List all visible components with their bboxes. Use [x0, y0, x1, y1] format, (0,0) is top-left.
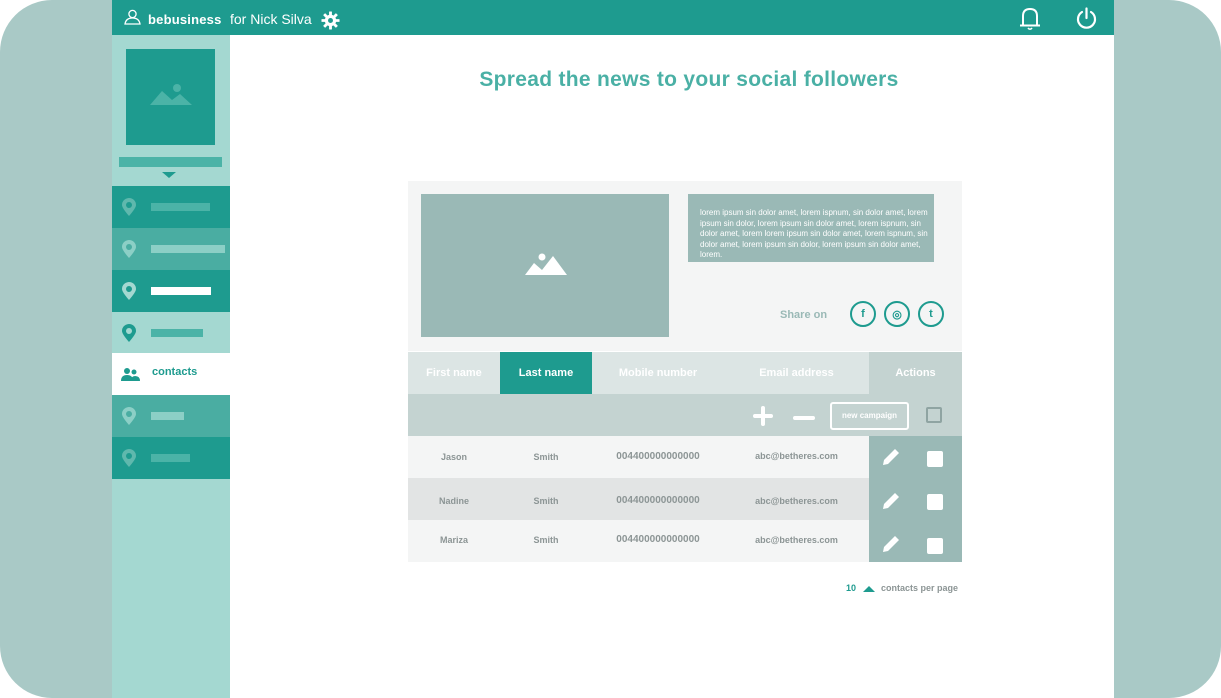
column-header-last-name[interactable]: Last name	[500, 352, 592, 394]
sidebar-item-2[interactable]	[112, 228, 230, 270]
sidebar-item-placeholder	[151, 329, 203, 337]
pencil-icon[interactable]	[881, 491, 901, 511]
new-campaign-button[interactable]: new campaign	[830, 402, 909, 430]
share-label: Share on	[780, 309, 828, 321]
instagram-glyph: ◎	[892, 308, 902, 321]
avatar[interactable]	[126, 49, 215, 145]
page-title: Spread the news to your social followers	[479, 68, 899, 91]
sidebar-item-label: contacts	[152, 366, 198, 378]
column-header-first-name[interactable]: First name	[408, 352, 500, 394]
post-card: lorem ipsum sin dolor amet, lorem ispnum…	[408, 181, 962, 351]
sidebar-item-3[interactable]	[112, 270, 230, 312]
facebook-icon[interactable]: f	[850, 301, 876, 327]
contacts-icon	[121, 368, 140, 381]
sidebar-item-6[interactable]	[112, 395, 230, 437]
pin-icon	[122, 282, 136, 300]
sidebar-item-placeholder	[151, 454, 190, 462]
row-checkbox[interactable]	[927, 494, 943, 510]
twitter-icon[interactable]: t	[918, 301, 944, 327]
cell-last-name: Smith	[533, 535, 559, 545]
sidebar-item-7[interactable]	[112, 437, 230, 479]
sidebar-item-contacts[interactable]: contacts	[112, 353, 230, 395]
cell-email: abc@betheres.com	[755, 496, 838, 506]
post-image	[421, 194, 669, 337]
sidebar-item-1[interactable]	[112, 186, 230, 228]
page-size-label: contacts per page	[881, 583, 959, 593]
sidebar-item-placeholder	[151, 412, 184, 420]
cell-first-name: Mariza	[439, 535, 468, 545]
chevron-up-icon[interactable]	[863, 586, 875, 592]
column-header-actions: Actions	[869, 352, 962, 394]
cell-mobile: 004400000000000	[616, 451, 700, 462]
image-placeholder-icon	[525, 253, 567, 275]
post-text: lorem ipsum sin dolor amet, lorem ispnum…	[688, 194, 934, 262]
instagram-icon[interactable]: ◎	[884, 301, 910, 327]
minus-icon[interactable]	[793, 416, 815, 420]
sidebar-item-placeholder	[151, 245, 225, 253]
sidebar-item-placeholder	[151, 287, 211, 295]
cell-first-name: Nadine	[438, 496, 469, 506]
user-logo-icon	[124, 9, 141, 25]
app-screen: bebusiness for Nick Silva contacts Sprea…	[112, 0, 1114, 698]
profile-name-bar	[119, 157, 222, 167]
facebook-glyph: f	[861, 308, 865, 320]
top-bar: bebusiness for Nick Silva	[112, 0, 1114, 35]
row-checkbox[interactable]	[927, 538, 943, 554]
sidebar-item-placeholder	[151, 203, 210, 211]
pin-icon	[122, 324, 136, 342]
select-all-checkbox[interactable]	[926, 407, 942, 423]
cell-email: abc@betheres.com	[755, 535, 838, 545]
twitter-glyph: t	[929, 308, 933, 320]
pin-icon	[122, 449, 136, 467]
cell-first-name: Jason	[440, 452, 467, 462]
pin-icon	[122, 407, 136, 425]
cell-mobile: 004400000000000	[616, 495, 700, 506]
bell-icon[interactable]	[1018, 6, 1042, 31]
brand-name: bebusiness	[148, 12, 222, 27]
cell-mobile: 004400000000000	[616, 534, 700, 545]
row-checkbox[interactable]	[927, 451, 943, 467]
device-frame: bebusiness for Nick Silva contacts Sprea…	[0, 0, 1221, 698]
cell-last-name: Smith	[533, 496, 559, 506]
column-header-email[interactable]: Email address	[724, 352, 869, 394]
gear-icon[interactable]	[321, 11, 340, 30]
image-placeholder-icon	[150, 84, 192, 105]
pencil-icon[interactable]	[881, 447, 901, 467]
pin-icon	[122, 198, 136, 216]
column-header-mobile[interactable]: Mobile number	[592, 352, 724, 394]
plus-icon[interactable]	[752, 405, 774, 427]
sidebar: contacts	[112, 35, 230, 698]
pencil-icon[interactable]	[881, 534, 901, 554]
user-label: for Nick Silva	[230, 11, 312, 27]
chevron-down-icon[interactable]	[162, 172, 176, 178]
page-size-value[interactable]: 10	[846, 583, 856, 593]
power-icon[interactable]	[1075, 7, 1098, 30]
pin-icon	[122, 240, 136, 258]
sidebar-item-4[interactable]	[112, 312, 230, 354]
cell-last-name: Smith	[533, 452, 559, 462]
cell-email: abc@betheres.com	[755, 451, 838, 461]
